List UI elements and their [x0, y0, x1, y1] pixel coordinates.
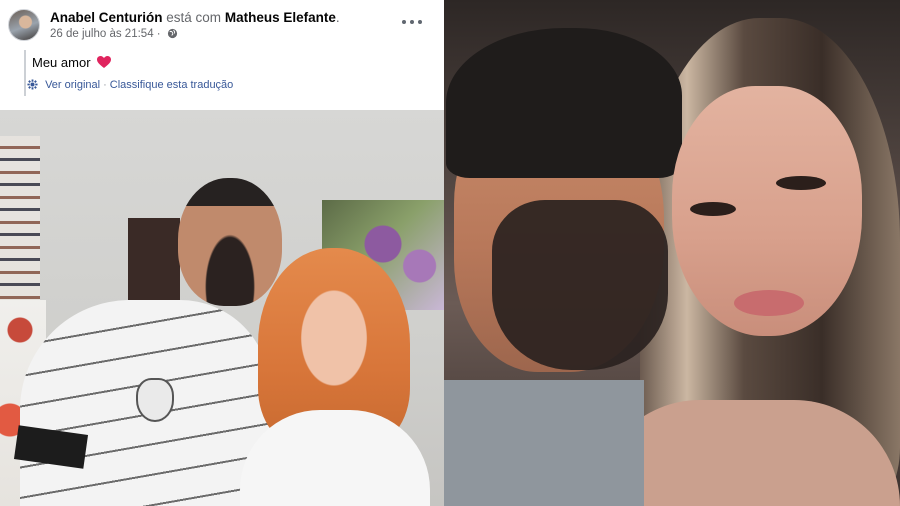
- translate-gear-icon: [27, 79, 38, 93]
- woman-eye-right: [776, 176, 826, 190]
- translation-quote-bar: [24, 50, 26, 96]
- man-hair: [446, 28, 682, 178]
- author-name[interactable]: Anabel Centurión: [50, 10, 163, 25]
- author-line: Anabel Centurión está com Matheus Elefan…: [50, 10, 340, 25]
- couple-photo-left[interactable]: [0, 110, 444, 506]
- jersey-crest: [136, 378, 174, 422]
- man-head: [178, 178, 282, 306]
- tagged-person[interactable]: Matheus Elefante: [225, 10, 336, 25]
- globe-icon[interactable]: [167, 28, 178, 42]
- see-original-link[interactable]: Ver original: [45, 79, 100, 91]
- author-avatar[interactable]: [8, 9, 40, 41]
- post-text: Meu amor: [32, 55, 112, 72]
- rate-translation-link[interactable]: Classifique esta tradução: [110, 79, 234, 91]
- woman-eye-left: [690, 202, 736, 216]
- heart-icon: [97, 56, 112, 72]
- meta-separator: ·: [156, 28, 161, 40]
- translation-controls: Ver original · Classifique esta tradução: [27, 79, 233, 93]
- with-text: está com: [166, 10, 222, 25]
- man-shirt: [444, 380, 644, 506]
- left-panel: Anabel Centurión está com Matheus Elefan…: [0, 0, 444, 506]
- woman-lips: [734, 290, 804, 316]
- translate-separator: ·: [103, 79, 107, 91]
- post-date[interactable]: 26 de julho às 21:54: [50, 28, 154, 40]
- facebook-post-header: Anabel Centurión está com Matheus Elefan…: [0, 0, 444, 110]
- post-meta: 26 de julho às 21:54 ·: [50, 28, 178, 42]
- post-text-content: Meu amor: [32, 55, 91, 70]
- more-options-icon[interactable]: [400, 14, 428, 30]
- trailing-period: .: [335, 10, 340, 25]
- couple-photo-right[interactable]: [444, 0, 900, 506]
- man-beard: [492, 200, 668, 370]
